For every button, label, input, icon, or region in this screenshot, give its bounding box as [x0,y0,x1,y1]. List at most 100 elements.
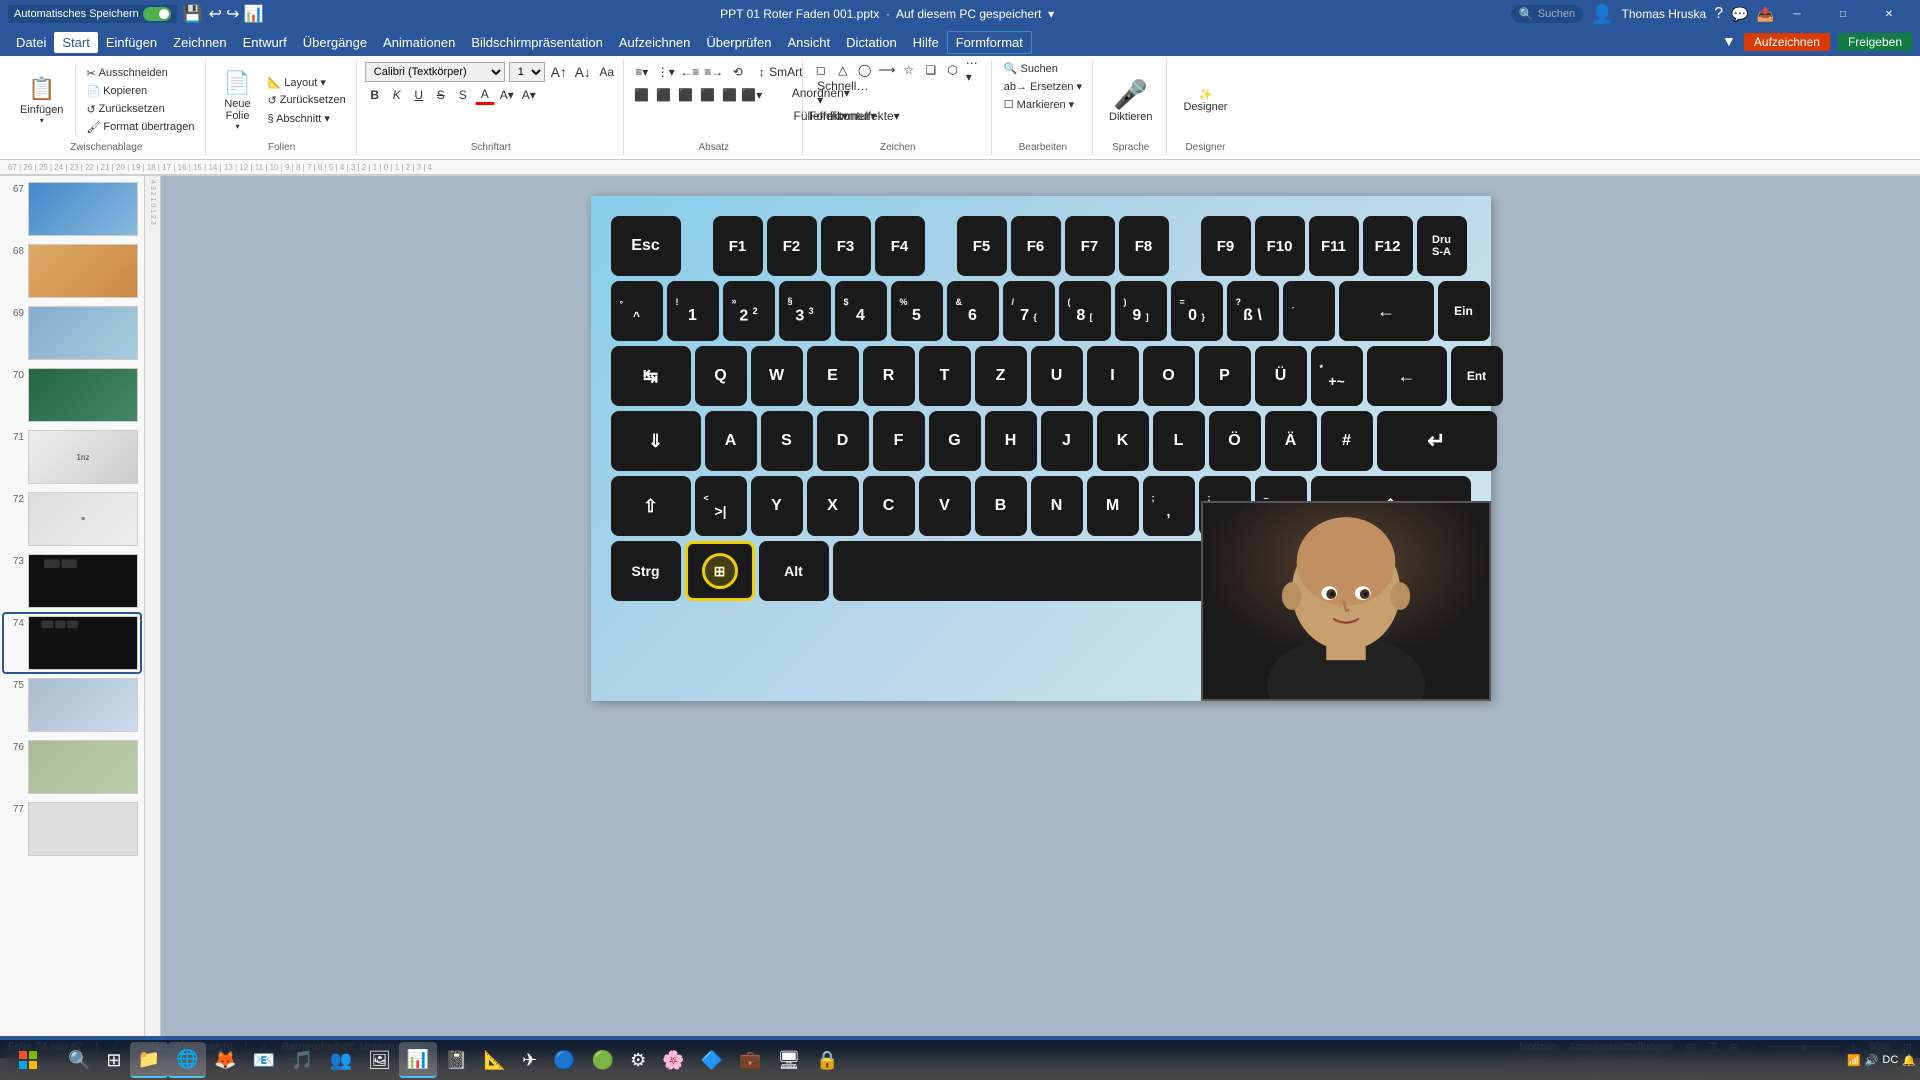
align-right-button[interactable]: ⬛ [676,85,696,105]
shape-6[interactable]: ❏ [921,60,941,80]
shape-3[interactable]: ◯ [855,60,875,80]
indent-less-button[interactable]: ←≡ [680,62,700,82]
taskbar-notification-icon[interactable]: 🔔 [1902,1054,1916,1067]
suchen-button[interactable]: 🔍 Suchen [1000,60,1086,77]
taskbar-app7[interactable]: 🖥 [770,1042,809,1078]
taskbar-app2[interactable]: 🟢 [584,1042,622,1078]
slide-item-68[interactable]: 68 [4,242,140,300]
markieren-button[interactable]: ☐ Markieren ▾ [1000,96,1086,113]
zuruecksetzen2-button[interactable]: ↺ Zurücksetzen [264,92,350,109]
shadow-button[interactable]: S [453,85,473,105]
font-size-select[interactable]: 18 [509,62,545,82]
save-icon[interactable]: 💾 [183,4,203,24]
strikethrough-button[interactable]: S [431,85,451,105]
menu-ansicht[interactable]: Ansicht [779,32,838,53]
taskbar-chrome[interactable]: 🌐 [168,1042,206,1078]
clear-format-button[interactable]: Aa [597,62,617,82]
taskbar-search[interactable]: 🔍 [60,1042,98,1078]
slide-thumb-67[interactable] [28,182,138,236]
taskbar-telegram[interactable]: ✈ [514,1042,545,1078]
redo-icon[interactable]: ↪ [226,4,239,24]
menu-aufzeichnen[interactable]: Aufzeichnen [611,32,699,53]
ersetzen-button[interactable]: ab→ Ersetzen ▾ [1000,78,1086,95]
layout-button[interactable]: 📐 Layout ▾ [264,74,350,91]
shape-7[interactable]: ⬡ [943,60,963,80]
slide-thumb-71[interactable]: 1nz [28,430,138,484]
menu-bildschirmpraesentastion[interactable]: Bildschirmpräsentation [463,32,611,53]
slide-item-77[interactable]: 77 [4,800,140,858]
indent-more-button[interactable]: ≡→ [704,62,724,82]
taskbar-teams[interactable]: 👥 [322,1042,360,1078]
close-button[interactable]: ✕ [1866,0,1912,28]
taskbar-app1[interactable]: 🔵 [545,1042,583,1078]
menu-entwurf[interactable]: Entwurf [235,32,295,53]
font-grow-button[interactable]: A↑ [549,62,569,82]
menu-einfuegen[interactable]: Einfügen [98,32,165,53]
slide-thumb-75[interactable] [28,678,138,732]
menu-hilfe[interactable]: Hilfe [905,32,947,53]
font-name-select[interactable]: Calibri (Textkörper) [365,62,505,82]
slide-thumb-77[interactable] [28,802,138,856]
taskbar-app5[interactable]: 🔷 [693,1042,731,1078]
fontcolor-button[interactable]: A [475,85,495,105]
list-bullet-button[interactable]: ≡▾ [632,62,652,82]
taskbar-visio[interactable]: 📐 [476,1042,514,1078]
slide-item-76[interactable]: 76 [4,738,140,796]
taskbar-outlook[interactable]: 📧 [245,1042,283,1078]
ausschneiden-button[interactable]: ✂ Ausschneiden [82,65,198,82]
taskbar-app6[interactable]: 💼 [731,1042,769,1078]
maximize-button[interactable]: □ [1820,0,1866,28]
help-icon[interactable]: ? [1714,5,1723,23]
taskbar-firefox[interactable]: 🦊 [206,1042,244,1078]
menu-dictation[interactable]: Dictation [838,32,905,53]
menu-formformat[interactable]: Formformat [947,31,1032,54]
slide-item-71[interactable]: 71 1nz [4,428,140,486]
slide-canvas[interactable]: Esc F1 F2 F3 F4 F5 F6 F7 F8 F9 F10 F11 F… [591,196,1491,701]
collapse-ribbon-icon[interactable]: ▼ [1722,33,1736,51]
slide-item-75[interactable]: 75 [4,676,140,734]
fontcolor2-button[interactable]: A▾ [519,85,539,105]
linespace-button[interactable]: ⬛▾ [742,85,762,105]
taskbar-taskview[interactable]: ⊞ [98,1042,129,1078]
taskbar-photos[interactable]: 🖼 [360,1042,399,1078]
schnellformatvorlagen-button[interactable]: Schnell…▾ [833,83,853,103]
shape-more[interactable]: ⋯▾ [965,60,985,80]
einfuegen-button[interactable]: 📋 Einfügen ▾ [14,66,69,134]
diktieren-button[interactable]: 🎤 Diktieren [1101,66,1160,134]
menu-datei[interactable]: Datei [8,32,54,53]
shape-1[interactable]: ◻ [811,60,831,80]
textdir-button[interactable]: ⟲ [728,62,748,82]
zuruecksetzen-button[interactable]: ↺ Zurücksetzen [82,101,198,118]
highlight-button[interactable]: A▾ [497,85,517,105]
menu-uebergaenge[interactable]: Übergänge [295,32,375,53]
search-box[interactable]: 🔍 Suchen [1511,5,1583,23]
italic-button[interactable]: K [387,85,407,105]
font-shrink-button[interactable]: A↓ [573,62,593,82]
shape-2[interactable]: △ [833,60,853,80]
kopieren-button[interactable]: 📄 Kopieren [82,83,198,100]
slide-item-73[interactable]: 73 [4,552,140,610]
neue-folie-button[interactable]: 📄 Neue Folie ▾ [214,66,262,134]
align-center-button[interactable]: ⬛ [654,85,674,105]
undo-icon[interactable]: ↩ [209,4,222,24]
abschnitt-button[interactable]: § Abschnitt ▾ [264,110,350,127]
autosave-switch[interactable] [143,7,171,21]
formeffekt-button[interactable]: Formeffekte▾ [855,106,875,126]
slide-thumb-70[interactable] [28,368,138,422]
slide-thumb-68[interactable] [28,244,138,298]
menu-start[interactable]: Start [54,32,97,53]
taskbar-music[interactable]: 🎵 [283,1042,321,1078]
smartart-button[interactable]: SmArt [776,62,796,82]
menu-animationen[interactable]: Animationen [375,32,463,53]
taskbar-powerpoint[interactable]: 📊 [399,1042,437,1078]
shape-5[interactable]: ☆ [899,60,919,80]
taskbar-app3[interactable]: ⚙ [622,1042,654,1078]
slide-thumb-72[interactable]: ≡ [28,492,138,546]
format-uebertragen-button[interactable]: 🖌 Format übertragen [82,119,198,136]
slide-item-70[interactable]: 70 [4,366,140,424]
menu-zeichnen[interactable]: Zeichnen [165,32,234,53]
start-button[interactable] [4,1040,52,1080]
bold-button[interactable]: B [365,85,385,105]
taskbar-app4[interactable]: 🌸 [654,1042,692,1078]
taskbar-onenote[interactable]: 📓 [437,1042,475,1078]
